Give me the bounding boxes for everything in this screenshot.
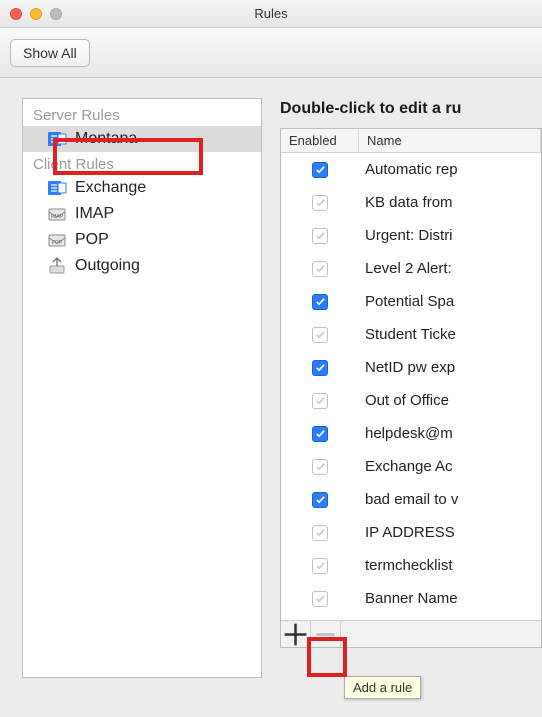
check-icon xyxy=(315,197,326,208)
check-icon xyxy=(315,428,326,439)
outgoing-icon xyxy=(47,256,67,276)
check-icon xyxy=(315,395,326,406)
enabled-checkbox[interactable] xyxy=(312,195,328,211)
sidebar: Server Rules Montana Client Rules Exchan… xyxy=(22,98,262,678)
enabled-checkbox[interactable] xyxy=(312,228,328,244)
table-row[interactable]: Level 2 Alert: xyxy=(281,252,541,285)
table-row[interactable]: helpdesk@m xyxy=(281,417,541,450)
table-row[interactable]: Automatic rep xyxy=(281,153,541,186)
rule-name: Exchange Ac xyxy=(359,458,541,475)
check-icon xyxy=(315,362,326,373)
check-icon xyxy=(315,263,326,274)
enabled-checkbox[interactable] xyxy=(312,525,328,541)
exchange-icon xyxy=(47,129,67,149)
client-item-imap[interactable]: IMAP IMAP xyxy=(23,201,261,227)
close-window-button[interactable] xyxy=(10,8,22,20)
table-row[interactable]: Out of Office xyxy=(281,384,541,417)
rule-name: helpdesk@m xyxy=(359,425,541,442)
toolbar: Show All xyxy=(0,28,542,78)
enabled-checkbox[interactable] xyxy=(312,558,328,574)
client-item-outgoing[interactable]: Outgoing xyxy=(23,253,261,279)
table-row[interactable]: Urgent: Distri xyxy=(281,219,541,252)
rule-name: Banner Name xyxy=(359,590,541,607)
sidebar-item-label: IMAP xyxy=(75,205,114,223)
client-item-exchange[interactable]: Exchange xyxy=(23,175,261,201)
enabled-checkbox[interactable] xyxy=(312,492,328,508)
server-item-montana[interactable]: Montana xyxy=(23,126,261,152)
pop-icon: POP xyxy=(47,230,67,250)
column-enabled[interactable]: Enabled xyxy=(281,129,359,152)
window-controls xyxy=(10,8,62,20)
window-title: Rules xyxy=(254,6,287,21)
table-header: Enabled Name xyxy=(281,129,541,153)
rules-table: Enabled Name Automatic rep KB data from Ur… xyxy=(280,128,542,648)
plus-icon xyxy=(281,620,310,649)
rule-name: termchecklist xyxy=(359,557,541,574)
enabled-checkbox[interactable] xyxy=(312,591,328,607)
rule-name: KB data from xyxy=(359,194,541,211)
exchange-icon xyxy=(47,178,67,198)
table-row[interactable]: Potential Spa xyxy=(281,285,541,318)
rule-name: Potential Spa xyxy=(359,293,541,310)
enabled-checkbox[interactable] xyxy=(312,360,328,376)
check-icon xyxy=(315,329,326,340)
sidebar-item-label: Montana xyxy=(75,130,137,148)
table-row[interactable]: IP ADDRESS xyxy=(281,516,541,549)
rule-name: bad email to v xyxy=(359,491,541,508)
enabled-checkbox[interactable] xyxy=(312,426,328,442)
remove-rule-button[interactable] xyxy=(311,621,341,647)
table-row[interactable]: Banner Name xyxy=(281,582,541,615)
client-rules-header: Client Rules xyxy=(23,152,261,175)
check-icon xyxy=(315,494,326,505)
minimize-window-button[interactable] xyxy=(30,8,42,20)
enabled-checkbox[interactable] xyxy=(312,162,328,178)
zoom-window-button[interactable] xyxy=(50,8,62,20)
enabled-checkbox[interactable] xyxy=(312,294,328,310)
instruction-text: Double-click to edit a ru xyxy=(280,98,542,128)
show-all-button[interactable]: Show All xyxy=(10,39,90,67)
imap-icon: IMAP xyxy=(47,204,67,224)
server-rules-header: Server Rules xyxy=(23,103,261,126)
check-icon xyxy=(315,230,326,241)
enabled-checkbox[interactable] xyxy=(312,459,328,475)
rule-name: Automatic rep xyxy=(359,161,541,178)
enabled-checkbox[interactable] xyxy=(312,327,328,343)
table-row[interactable]: NetID pw exp xyxy=(281,351,541,384)
client-item-pop[interactable]: POP POP xyxy=(23,227,261,253)
sidebar-item-label: Exchange xyxy=(75,179,146,197)
enabled-checkbox[interactable] xyxy=(312,261,328,277)
svg-text:IMAP: IMAP xyxy=(51,214,64,220)
check-icon xyxy=(315,593,326,604)
check-icon xyxy=(315,164,326,175)
add-rule-button[interactable] xyxy=(281,621,311,647)
table-row[interactable]: Exchange Ac xyxy=(281,450,541,483)
sidebar-item-label: Outgoing xyxy=(75,257,140,275)
rule-name: Student Ticke xyxy=(359,326,541,343)
rule-name: NetID pw exp xyxy=(359,359,541,376)
check-icon xyxy=(315,296,326,307)
rule-name: Level 2 Alert: xyxy=(359,260,541,277)
tooltip-add-rule: Add a rule xyxy=(344,676,421,699)
sidebar-item-label: POP xyxy=(75,231,109,249)
main-pane: Double-click to edit a ru Enabled Name A… xyxy=(280,98,542,678)
table-row[interactable]: bad email to v xyxy=(281,483,541,516)
titlebar: Rules xyxy=(0,0,542,28)
rule-name: Out of Office xyxy=(359,392,541,409)
table-row[interactable]: KB data from xyxy=(281,186,541,219)
table-row[interactable]: Student Ticke xyxy=(281,318,541,351)
minus-icon xyxy=(311,620,340,649)
check-icon xyxy=(315,461,326,472)
rule-name: IP ADDRESS xyxy=(359,524,541,541)
svg-text:POP: POP xyxy=(52,240,63,246)
column-name[interactable]: Name xyxy=(359,129,541,152)
table-footer xyxy=(281,620,541,647)
check-icon xyxy=(315,527,326,538)
enabled-checkbox[interactable] xyxy=(312,393,328,409)
table-row[interactable]: termchecklist xyxy=(281,549,541,582)
check-icon xyxy=(315,560,326,571)
rule-name: Urgent: Distri xyxy=(359,227,541,244)
